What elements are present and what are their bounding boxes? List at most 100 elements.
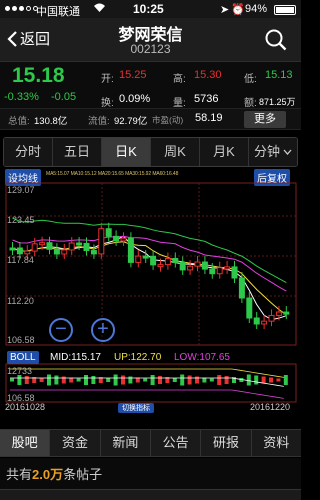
change-percent: -0.33% xyxy=(4,91,39,103)
post-count-suffix: 条帖子 xyxy=(63,467,103,482)
turnover-value: 0.09% xyxy=(119,93,151,105)
zoom-in-button[interactable]: + xyxy=(91,318,115,342)
lower-bar xyxy=(158,376,162,384)
candle-body xyxy=(179,262,186,271)
candle-body xyxy=(164,257,171,266)
zoom-out-button[interactable]: − xyxy=(49,318,73,342)
candle-body xyxy=(231,266,238,279)
lower-bar xyxy=(224,376,229,384)
lower-bar xyxy=(39,378,44,382)
tab-funds[interactable]: 资金 xyxy=(50,430,101,456)
lower-bar xyxy=(84,375,88,385)
tab-daily-k[interactable]: 日K xyxy=(102,138,151,166)
float-value-label: 流值: xyxy=(88,116,110,127)
more-button[interactable]: 更多 xyxy=(244,111,286,128)
tab-research[interactable]: 研报 xyxy=(201,430,252,456)
lower-bar xyxy=(195,376,199,384)
candle-body xyxy=(68,242,75,251)
alarm-icon: ⏰ xyxy=(231,4,245,16)
candle-body xyxy=(61,249,68,255)
lower-bar xyxy=(47,374,51,386)
lower-bar xyxy=(128,376,133,384)
date-start: 20161028 xyxy=(5,402,46,412)
tab-profile[interactable]: 资料 xyxy=(252,430,301,456)
candle-body xyxy=(98,228,105,255)
lower-bar xyxy=(254,375,259,385)
candle-body xyxy=(187,265,194,271)
lower-bar xyxy=(91,376,96,384)
battery-icon xyxy=(274,5,296,15)
info-tabs: 股吧 资金 新闻 公告 研报 资料 xyxy=(0,429,301,457)
candle-body xyxy=(150,255,157,266)
post-count-line: 共有 2.0万 条帖子 xyxy=(6,464,102,483)
tab-news[interactable]: 新闻 xyxy=(101,430,151,456)
amount-value: 871.25万 xyxy=(259,97,296,107)
lower-bar xyxy=(217,375,222,385)
y-tick-1: 129.07 xyxy=(7,185,35,195)
stats-row: 总值: 130.8亿 流值: 92.79亿 市盈(动) 58.19 更多 xyxy=(0,108,301,130)
lower-bar xyxy=(261,376,266,384)
kline-chart[interactable]: 设均线 MA5:15.07 MA10:15.12 MA20:15.65 MA30… xyxy=(0,168,301,413)
lower-bar xyxy=(76,378,81,382)
open-value: 15.25 xyxy=(119,69,147,81)
tab-announcements[interactable]: 公告 xyxy=(151,430,202,456)
search-icon[interactable] xyxy=(264,28,288,57)
candle-body xyxy=(90,250,97,255)
battery-percent: 94% xyxy=(245,3,268,15)
candle-body xyxy=(216,267,223,275)
tab-monthly-k[interactable]: 月K xyxy=(200,138,249,166)
lower-bar xyxy=(180,374,185,386)
date-end: 20161220 xyxy=(250,402,291,412)
vol-tick-top: 12733 xyxy=(7,366,33,376)
post-count: 2.0万 xyxy=(32,467,64,482)
y-tick-5: 106.58 xyxy=(7,335,35,345)
kline-canvas xyxy=(5,182,297,403)
lower-bar xyxy=(17,375,22,385)
tab-forum[interactable]: 股吧 xyxy=(0,430,51,456)
candle-body xyxy=(120,237,127,242)
tab-minute-label: 分钟 xyxy=(253,144,280,159)
boll-indicator-tag[interactable]: BOLL xyxy=(7,351,39,364)
candle-body xyxy=(135,255,142,263)
open-label: 开: xyxy=(101,74,114,85)
lower-bar xyxy=(106,378,111,382)
carrier-name: 中国联通 xyxy=(36,6,80,18)
boll-line xyxy=(10,389,284,399)
tab-minute[interactable]: 分钟 xyxy=(249,138,297,166)
candle-body xyxy=(16,247,23,255)
high-value: 15.30 xyxy=(194,69,222,81)
candle-body xyxy=(201,261,208,270)
location-icon: ➤ xyxy=(220,4,230,16)
total-value-label: 总值: xyxy=(8,116,30,127)
lower-bar xyxy=(113,374,118,386)
boll-low: LOW:107.65 xyxy=(174,352,230,363)
tab-five-day[interactable]: 五日 xyxy=(53,138,102,166)
candle-body xyxy=(46,242,53,250)
candle-body xyxy=(268,314,275,322)
y-tick-4: 112.20 xyxy=(7,296,34,306)
volume-label: 量: xyxy=(173,98,186,109)
volume-value: 5736 xyxy=(194,93,219,105)
high-label: 高: xyxy=(173,74,186,85)
y-tick-3: 117.84 xyxy=(7,255,34,265)
boll-mid: MID:115.17 xyxy=(50,352,101,363)
candle-body xyxy=(39,242,46,246)
pe-value: 58.19 xyxy=(195,112,223,124)
lower-bar xyxy=(209,378,214,382)
ma-line xyxy=(12,217,287,284)
lower-bar xyxy=(10,378,14,382)
candle-body xyxy=(261,320,268,325)
tab-intraday[interactable]: 分时 xyxy=(4,138,53,166)
lower-bar xyxy=(269,377,273,383)
tab-weekly-k[interactable]: 周K xyxy=(151,138,200,166)
forum-summary: 共有 2.0万 条帖子 xyxy=(0,458,301,500)
chevron-down-icon xyxy=(283,149,292,155)
pe-label: 市盈(动) xyxy=(152,115,184,125)
ma-line xyxy=(12,241,287,316)
y-tick-2: 123.45 xyxy=(7,215,35,225)
lower-bar xyxy=(283,375,288,385)
lower-bar xyxy=(246,374,251,386)
candle-body xyxy=(172,257,179,264)
candle-body xyxy=(209,268,216,275)
switch-indicator-button[interactable]: 切换指标 xyxy=(118,403,154,413)
